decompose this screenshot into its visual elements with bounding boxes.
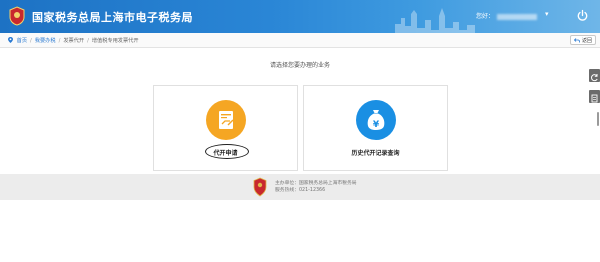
breadcrumb-separator: / bbox=[30, 38, 32, 44]
breadcrumb-current: 增值税专用发票代开 bbox=[91, 38, 139, 44]
breadcrumb-separator: / bbox=[58, 38, 61, 44]
select-business-prompt: 请选择您要办理的业务 bbox=[269, 62, 330, 69]
breadcrumb-invoice-issuing[interactable]: 发票代开 bbox=[63, 38, 84, 44]
location-pin-icon bbox=[8, 37, 13, 43]
highlight-circle-annotation bbox=[205, 144, 249, 159]
footer-info: 主办单位：国家税务总局上海市税务局 服务热线：021-12366 bbox=[275, 180, 357, 194]
skyline-decoration bbox=[395, 8, 475, 33]
tax-bureau-logo-icon bbox=[9, 6, 25, 26]
history-query-label: 历史代开记录查询 bbox=[351, 150, 400, 157]
footer-tax-logo-icon bbox=[253, 177, 267, 197]
footer-host-value: 国家税务总局上海市税务局 bbox=[299, 181, 357, 186]
return-arrow-icon bbox=[574, 37, 580, 42]
refresh-icon bbox=[591, 74, 598, 82]
document-edit-icon bbox=[206, 100, 246, 140]
history-query-card[interactable]: ¥ 历史代开记录查询 bbox=[303, 85, 448, 171]
user-name-redacted bbox=[497, 13, 538, 20]
side-clipboard-button[interactable] bbox=[589, 90, 600, 103]
back-button-label: 返回 bbox=[582, 37, 593, 44]
site-title[interactable]: 国家税务总局上海市电子税务局 bbox=[32, 9, 193, 25]
money-bag-icon: ¥ bbox=[356, 100, 396, 140]
back-button[interactable]: 返回 bbox=[570, 35, 597, 45]
side-refresh-button[interactable] bbox=[589, 69, 600, 82]
site-header: 国家税务总局上海市电子税务局 您好： ▾ bbox=[0, 0, 600, 33]
footer-hotline-value: 021-12366 bbox=[299, 188, 326, 193]
breadcrumb-home[interactable]: 首页 bbox=[17, 38, 27, 44]
site-footer: 主办单位：国家税务总局上海市税务局 服务热线：021-12366 bbox=[0, 174, 600, 200]
svg-text:¥: ¥ bbox=[373, 120, 380, 130]
page-scrollbar[interactable] bbox=[597, 112, 599, 126]
chevron-down-icon[interactable]: ▾ bbox=[545, 10, 549, 18]
breadcrumb-bar: 首页 / 我要办税 / 发票代开 / 增值税专用发票代开 返回 bbox=[0, 33, 600, 48]
footer-hotline-label: 服务热线： bbox=[275, 188, 299, 193]
clipboard-icon bbox=[591, 94, 598, 103]
breadcrumb-tax-handling[interactable]: 我要办税 bbox=[35, 38, 56, 44]
breadcrumb: 首页 / 我要办税 / 发票代开 / 增值税专用发票代开 bbox=[8, 37, 139, 44]
logout-power-icon[interactable] bbox=[576, 9, 589, 22]
apply-invoice-card[interactable]: 代开申请 bbox=[153, 85, 298, 171]
history-query-icon: ¥ bbox=[356, 100, 396, 140]
user-greeting-label: 您好： bbox=[476, 13, 495, 20]
apply-invoice-icon bbox=[206, 100, 246, 140]
breadcrumb-separator: / bbox=[87, 38, 89, 44]
user-greeting[interactable]: 您好： bbox=[476, 11, 538, 20]
footer-host-label: 主办单位： bbox=[275, 181, 299, 186]
